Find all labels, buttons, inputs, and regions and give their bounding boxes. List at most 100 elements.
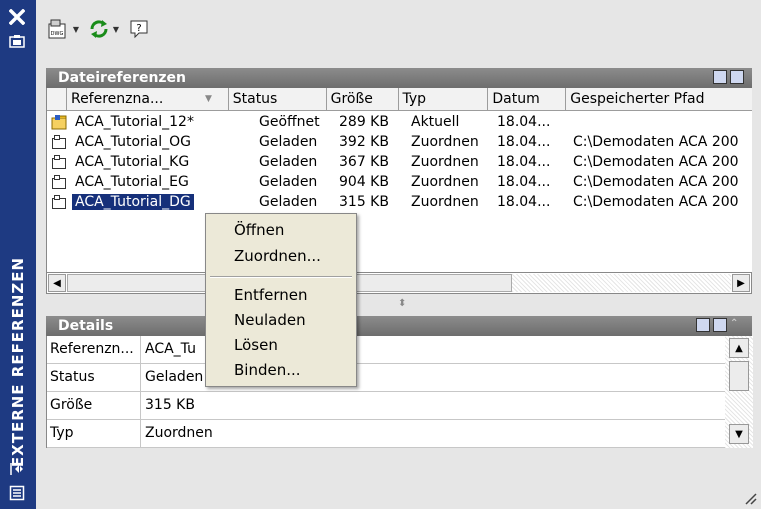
column-header-size[interactable]: Größe [327,88,399,110]
collapse-icon[interactable]: ⌃ [730,318,744,332]
expand-icon[interactable] [6,482,28,504]
column-header-status[interactable]: Status [229,88,327,110]
ref-size: 904 KB [339,174,389,190]
ref-type: Aktuell [411,114,460,130]
horizontal-scrollbar[interactable]: ◀ ▶ [46,272,752,294]
detail-key: Referenzn... [47,336,141,363]
detail-value[interactable]: Zuordnen [145,420,213,447]
help-button[interactable]: ? [128,16,150,42]
details-title: Details [58,318,114,334]
ref-size: 315 KB [339,194,389,210]
refresh-button[interactable] [88,16,110,42]
detail-value: Geladen [145,369,204,385]
details-header[interactable]: Details ⌃ [46,316,752,336]
scroll-up-arrow-icon[interactable]: ▲ [729,338,749,358]
close-icon[interactable] [6,6,28,28]
drawing-open-icon [51,115,67,130]
ref-status: Geladen [259,174,318,190]
xref-palette: DWG ▼ ▼ ? Dateireferenzen Referenzna... … [36,0,761,509]
sort-descending-icon: ▼ [205,94,212,104]
menu-item-bind[interactable]: Binden... [234,359,301,381]
tree-view-icon[interactable] [730,70,744,84]
menu-item-open[interactable]: Öffnen [234,219,284,241]
detail-value: ACA_Tu [145,341,196,357]
column-header-type[interactable]: Typ [399,88,489,110]
details-view-icon[interactable] [696,318,710,332]
list-view-icon[interactable] [713,70,727,84]
details-row[interactable]: Typ Zuordnen [47,420,725,448]
ref-path [573,112,752,132]
column-header-saved-path[interactable]: Gespeicherter Pfad [566,88,752,110]
column-header-name[interactable]: Referenzna... ▼ [67,88,229,110]
file-references-list: Referenzna... ▼ Status Größe Typ Datum G… [46,88,752,272]
refresh-dropdown-arrow[interactable]: ▼ [112,25,120,34]
column-header-date[interactable]: Datum [488,88,567,110]
toolbar: DWG ▼ ▼ ? [46,14,150,44]
menu-item-remove[interactable]: Entfernen [234,284,308,306]
details-row: Referenzn... ACA_Tu [47,336,725,364]
ref-date: 18.04... [497,154,551,170]
detail-value: 315 KB [145,397,195,413]
preview-view-icon[interactable] [713,318,727,332]
ref-date: 18.04... [497,194,551,210]
details-row: Größe 315 KB [47,392,725,420]
ref-name: ACA_Tutorial_OG [75,134,192,150]
help-icon: ? [130,20,148,39]
scroll-left-arrow-icon[interactable]: ◀ [48,274,66,292]
xref-icon [52,175,66,189]
detail-key: Größe [47,392,141,419]
ref-name: ACA_Tutorial_EG [75,174,189,190]
ref-size: 289 KB [339,114,389,130]
vertical-scrollbar[interactable]: ▲ ▼ [725,336,753,448]
autohide-icon[interactable] [6,30,28,52]
svg-text:DWG: DWG [51,31,64,37]
menu-item-reload[interactable]: Neuladen [234,309,306,331]
ref-date: 18.04... [497,114,551,130]
xref-icon [52,155,66,169]
attach-dwg-icon: DWG [48,19,66,39]
table-row[interactable]: ACA_Tutorial_OG Geladen 392 KB Zuordnen … [47,132,752,152]
menu-separator [210,276,352,278]
detail-key: Typ [47,420,141,447]
splitter-handle-icon[interactable]: ⬍ [398,298,406,309]
ref-path: C:\Demodaten ACA 200 [573,134,739,150]
attach-dwg-button[interactable]: DWG [46,16,70,42]
palette-title-bar[interactable]: EXTERNE REFERENZEN [0,0,36,509]
column-headers: Referenzna... ▼ Status Größe Typ Datum G… [47,88,752,111]
properties-icon[interactable] [6,458,28,480]
detail-key: Status [47,364,141,391]
table-row[interactable]: ACA_Tutorial_KG Geladen 367 KB Zuordnen … [47,152,752,172]
ref-path: C:\Demodaten ACA 200 [573,194,739,210]
details-panel: Referenzn... ACA_Tu Status Geladen Größe… [46,336,753,448]
resize-grip-icon[interactable] [741,489,757,505]
scroll-thumb[interactable] [729,361,749,391]
details-row: Status Geladen [47,364,725,392]
file-references-title: Dateireferenzen [58,70,187,86]
ref-name: ACA_Tutorial_DG [72,192,194,212]
ref-type: Zuordnen [411,194,479,210]
ref-status: Geladen [259,134,318,150]
context-menu: Öffnen Zuordnen... Entfernen Neuladen Lö… [205,213,357,387]
ref-date: 18.04... [497,174,551,190]
scroll-right-arrow-icon[interactable]: ▶ [732,274,750,292]
menu-item-detach[interactable]: Lösen [234,334,278,356]
palette-title: EXTERNE REFERENZEN [9,256,27,468]
table-row[interactable]: ACA_Tutorial_EG Geladen 904 KB Zuordnen … [47,172,752,192]
ref-path: C:\Demodaten ACA 200 [573,174,739,190]
table-row-selected[interactable]: ACA_Tutorial_DG Geladen 315 KB Zuordnen … [47,192,752,212]
xref-icon [52,195,66,209]
svg-text:?: ? [136,23,141,34]
ref-name: ACA_Tutorial_12* [75,114,194,130]
ref-name: ACA_Tutorial_KG [75,154,190,170]
ref-status: Geladen [259,194,318,210]
ref-type: Zuordnen [411,154,479,170]
ref-path: C:\Demodaten ACA 200 [573,154,739,170]
file-references-header[interactable]: Dateireferenzen [46,68,752,88]
table-row[interactable]: ACA_Tutorial_12* Geöffnet 289 KB Aktuell… [47,112,752,132]
attach-dropdown-arrow[interactable]: ▼ [72,25,80,34]
scroll-down-arrow-icon[interactable]: ▼ [729,424,749,444]
xref-icon [52,135,66,149]
ref-type: Zuordnen [411,134,479,150]
menu-item-attach[interactable]: Zuordnen... [234,245,321,267]
ref-date: 18.04... [497,134,551,150]
